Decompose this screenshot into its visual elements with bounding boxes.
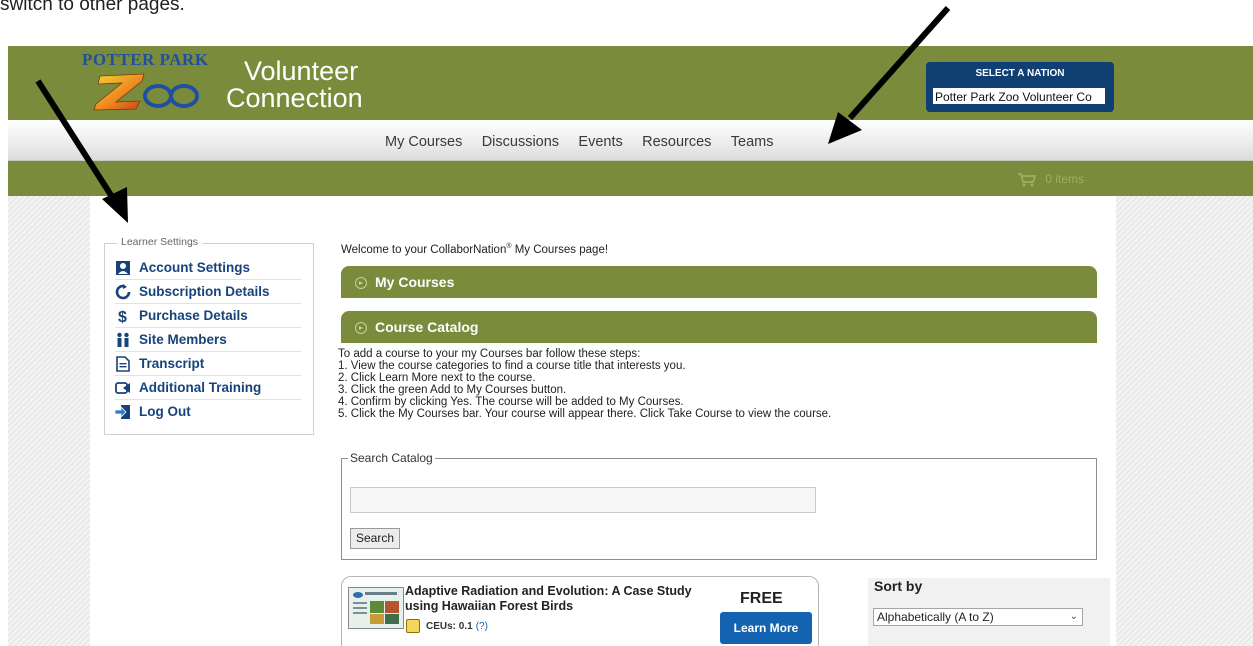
search-input[interactable] [350,487,816,513]
dollar-icon: $ [118,309,127,324]
learner-item-label: Transcript [139,356,205,371]
ceu-help-link[interactable]: (?) [476,621,488,632]
site-title-line1: Volunteer [244,56,359,86]
nav-resources[interactable]: Resources [642,134,711,150]
learner-item-label: Site Members [139,332,227,347]
content-panel: Learner Settings Account Settings Subscr… [90,196,1116,646]
nation-label: SELECT A NATION [975,68,1065,79]
welcome-text: Welcome to your CollaborNation® My Cours… [341,243,608,256]
svg-text:$: $ [118,309,127,324]
course-catalog-bar[interactable]: Course Catalog [341,311,1097,343]
learner-item-label: Subscription Details [139,284,270,299]
expand-arrow-icon [355,322,367,334]
search-catalog-legend: Search Catalog [348,451,435,465]
sort-by-label: Sort by [874,578,923,594]
document-icon [116,355,130,372]
search-button[interactable]: Search [350,528,400,549]
learn-more-button[interactable]: Learn More [720,612,812,644]
cart-count: 0 items [1045,172,1085,186]
instruction-line: 4. Confirm by clicking Yes. The course w… [338,396,684,408]
learner-item-label: Log Out [139,404,191,419]
learner-item-log-out[interactable]: Log Out [115,400,301,423]
site-page: POTTER PARK Volunteer Connection SELECT … [8,46,1253,646]
welcome-prefix: Welcome to your CollaborNation [341,243,507,256]
course-card: Adaptive Radiation and Evolution: A Case… [341,576,819,646]
course-thumbnail[interactable] [348,587,404,629]
search-catalog-fieldset: Search Catalog Search [341,451,1097,560]
my-courses-bar[interactable]: My Courses [341,266,1097,298]
main-nav: My Courses Discussions Events Resources … [8,120,1253,161]
site-header: POTTER PARK Volunteer Connection SELECT … [8,46,1253,120]
nav-discussions[interactable]: Discussions [482,134,559,150]
potter-park-zoo-logo[interactable]: POTTER PARK [74,50,224,114]
members-icon [117,332,129,347]
learner-item-transcript[interactable]: Transcript [115,352,301,376]
course-price: FREE [740,590,783,607]
expand-arrow-icon [355,277,367,289]
instruction-line: 2. Click Learn More next to the course. [338,372,536,384]
chevron-down-icon: ⌄ [1069,611,1078,622]
course-catalog-bar-label: Course Catalog [375,319,479,335]
nation-select[interactable]: Potter Park Zoo Volunteer Co [932,87,1106,105]
ceu-badge-icon [406,619,420,633]
nav-teams[interactable]: Teams [731,134,774,150]
nav-my-courses[interactable]: My Courses [385,134,462,150]
ceu-value: CEUs: 0.1 [426,620,473,632]
refresh-icon [115,283,131,299]
learner-item-label: Additional Training [139,380,262,395]
cart-link[interactable]: 0 items [1018,172,1084,187]
account-icon [116,260,130,275]
cart-bar: 0 items [8,161,1253,196]
my-courses-bar-label: My Courses [375,274,455,290]
training-icon [115,381,130,394]
learner-item-site-members[interactable]: Site Members [115,328,301,352]
course-title[interactable]: Adaptive Radiation and Evolution: A Case… [405,584,695,614]
caption-text: switch to other pages. [0,0,185,15]
site-title-line2: Connection [226,83,363,113]
instruction-line: To add a course to your my Courses bar f… [338,348,641,360]
learner-item-account-settings[interactable]: Account Settings [115,256,301,280]
learner-settings-legend: Learner Settings [117,236,203,248]
catalog-instructions: To add a course to your my Courses bar f… [338,348,831,420]
nav-events[interactable]: Events [578,134,622,150]
welcome-suffix: My Courses page! [511,243,609,256]
instruction-line: 1. View the course categories to find a … [338,360,686,372]
learner-item-subscription-details[interactable]: Subscription Details [115,280,301,304]
sort-panel: Sort by Alphabetically (A to Z) ⌄ [868,578,1110,646]
learner-item-additional-training[interactable]: Additional Training [115,376,301,400]
learner-item-label: Purchase Details [139,308,248,323]
instruction-line: 3. Click the green Add to My Courses but… [338,384,567,396]
learner-item-purchase-details[interactable]: $ Purchase Details [115,304,301,328]
logout-icon [115,404,130,419]
logo-wordmark: POTTER PARK [82,50,209,69]
course-ceus: CEUs: 0.1 (?) [406,619,488,633]
sort-select[interactable]: Alphabetically (A to Z) ⌄ [873,608,1083,626]
logo-zoo-mark [93,73,199,111]
learner-item-label: Account Settings [139,260,251,275]
sort-select-value: Alphabetically (A to Z) [877,610,994,624]
learner-settings: Learner Settings Account Settings Subscr… [104,236,314,435]
site-title: Volunteer Connection [226,58,363,112]
instruction-line: 5. Click the My Courses bar. Your course… [338,408,832,420]
nation-selector: SELECT A NATION Potter Park Zoo Voluntee… [926,62,1114,112]
cart-icon [1018,172,1036,187]
